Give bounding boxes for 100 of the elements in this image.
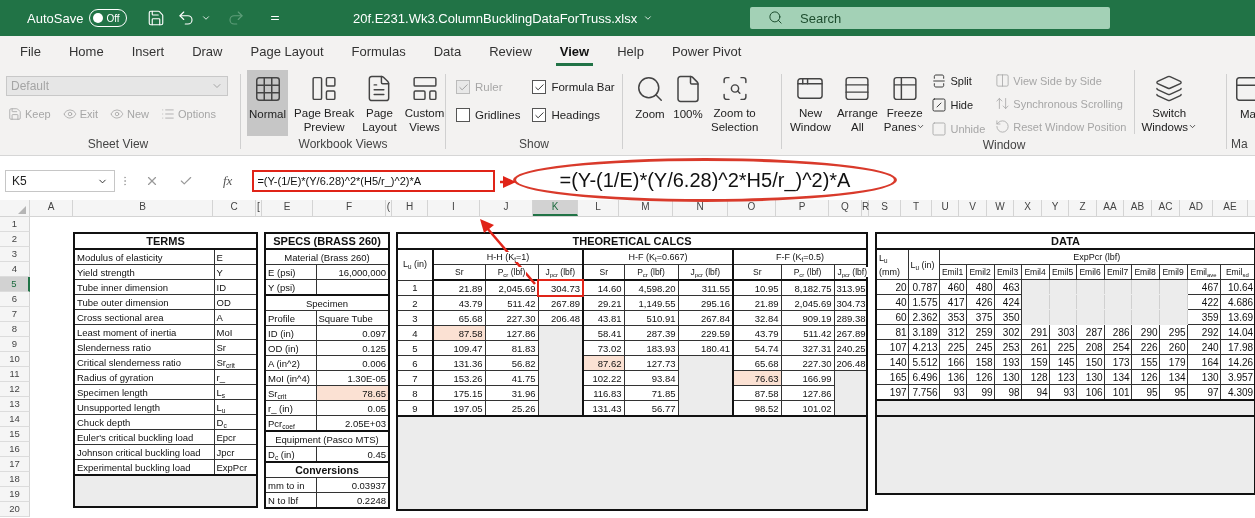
checkbox[interactable] <box>456 108 470 122</box>
column-header[interactable]: F <box>313 200 386 216</box>
check-icon[interactable] <box>179 174 193 188</box>
row-header[interactable]: 10 <box>0 352 30 367</box>
column-header[interactable]: I <box>428 200 480 216</box>
window-option[interactable]: Split <box>929 72 988 90</box>
column-header[interactable]: L <box>578 200 619 216</box>
group-label: Workbook Views <box>297 137 389 153</box>
row-header[interactable]: 5 <box>0 277 30 292</box>
column-header[interactable]: Q <box>829 200 862 216</box>
row-header[interactable]: 6 <box>0 292 30 307</box>
row-header[interactable]: 8 <box>0 322 30 337</box>
formula-callout: =(Y-(1/E)*(Y/6.28)^2*H5/r_)^2)*A <box>513 158 897 202</box>
row-header[interactable]: 20 <box>0 502 30 517</box>
zoom-button[interactable]: Zoom <box>633 70 667 136</box>
autosave-label: AutoSave <box>27 10 84 26</box>
column-header[interactable]: U <box>932 200 959 216</box>
column-header[interactable]: V <box>959 200 987 216</box>
column-header[interactable]: H <box>392 200 428 216</box>
row-header[interactable]: 15 <box>0 427 30 442</box>
row-header[interactable]: 13 <box>0 397 30 412</box>
column-header[interactable]: AD <box>1180 200 1213 216</box>
undo-icon[interactable] <box>177 9 196 27</box>
row-header[interactable]: 18 <box>0 472 30 487</box>
row-header[interactable]: 14 <box>0 412 30 427</box>
menu-tab[interactable]: File <box>16 36 45 66</box>
show-option[interactable]: Headings <box>532 108 615 122</box>
file-name: 20f.E231.Wk3.ColumnBucklingDataForTruss.xlsx <box>353 10 638 26</box>
zoom-button[interactable]: Zoom to Selection <box>709 70 761 136</box>
column-header[interactable]: K <box>533 200 578 216</box>
row-header[interactable]: 19 <box>0 487 30 502</box>
show-option[interactable]: Formula Bar <box>532 80 615 94</box>
menu-tab[interactable]: Help <box>613 36 648 66</box>
checkbox[interactable] <box>532 108 547 122</box>
menu-tab[interactable]: Power Pivot <box>667 36 746 66</box>
row-header[interactable]: 7 <box>0 307 30 322</box>
menu-tab[interactable]: Formulas <box>347 36 410 66</box>
column-header[interactable]: AE <box>1213 200 1248 216</box>
row-header[interactable]: 1 <box>0 217 30 232</box>
header-cell: L$_{u}$ (in) <box>397 249 433 280</box>
window-button[interactable]: New Window <box>788 70 833 136</box>
menu-tab[interactable]: Insert <box>127 36 169 66</box>
menu-tab[interactable]: Data <box>429 36 466 66</box>
window-button[interactable]: Freeze Panes <box>881 70 928 136</box>
view-button[interactable]: Page Break Preview <box>292 70 357 136</box>
column-header[interactable]: S <box>869 200 901 216</box>
name-box[interactable]: K5 <box>5 170 115 192</box>
menu-tab[interactable]: Home <box>64 36 108 66</box>
caret-icon <box>1188 122 1198 131</box>
row-header[interactable]: 11 <box>0 367 30 382</box>
menu-tab[interactable]: Page Layout <box>246 36 328 66</box>
stacked-windows-icon <box>1154 74 1185 103</box>
column-header[interactable]: M <box>619 200 673 216</box>
table-cell: 304.73 <box>538 280 583 296</box>
checkbox[interactable] <box>532 80 547 94</box>
row-header[interactable]: 12 <box>0 382 30 397</box>
row-header[interactable]: 3 <box>0 247 30 262</box>
column-header[interactable]: C <box>213 200 256 216</box>
window-option[interactable]: Hide <box>929 96 988 114</box>
column-header[interactable]: Z <box>1069 200 1097 216</box>
column-header[interactable]: AC <box>1152 200 1180 216</box>
search-field[interactable]: Search <box>750 7 1110 29</box>
caret-icon[interactable] <box>201 13 212 23</box>
group-label: Show <box>518 137 550 153</box>
column-header[interactable]: A <box>30 200 73 216</box>
column-header[interactable]: N <box>673 200 728 216</box>
list-icon <box>161 107 176 121</box>
menu-tab[interactable]: Draw <box>188 36 227 66</box>
magnifier-icon <box>635 74 665 104</box>
column-header[interactable]: ( <box>386 200 392 216</box>
row-header[interactable]: 16 <box>0 442 30 457</box>
column-header[interactable]: P <box>776 200 829 216</box>
window-button[interactable]: Arrange All <box>834 70 880 136</box>
zoom-button[interactable]: 100% <box>671 70 705 136</box>
row-header[interactable]: 9 <box>0 337 30 352</box>
column-header[interactable]: AB <box>1124 200 1152 216</box>
insert-function-button[interactable]: fx <box>223 173 233 189</box>
row-header[interactable]: 2 <box>0 232 30 247</box>
column-header[interactable]: [ <box>256 200 262 216</box>
column-header[interactable]: E <box>262 200 313 216</box>
show-option[interactable]: Gridlines <box>456 108 521 122</box>
column-header[interactable]: W <box>987 200 1014 216</box>
column-header[interactable]: T <box>901 200 932 216</box>
row-header[interactable]: 17 <box>0 457 30 472</box>
close-icon[interactable] <box>145 174 159 188</box>
column-header[interactable]: O <box>728 200 776 216</box>
switch-windows-button[interactable]: Switch Windows <box>1139 70 1200 136</box>
view-button[interactable]: Normal <box>247 70 289 136</box>
formula-field[interactable]: =(Y-(1/E)*(Y/6.28)^2*(H5/r_)^2)*A <box>252 170 496 192</box>
column-header[interactable]: B <box>73 200 213 216</box>
column-header[interactable]: AA <box>1097 200 1124 216</box>
search-icon <box>768 10 783 25</box>
menu-tab[interactable]: Review <box>485 36 536 66</box>
column-header[interactable]: Y <box>1042 200 1069 216</box>
view-button[interactable]: Page Layout <box>360 70 399 136</box>
save-icon[interactable] <box>147 9 166 27</box>
column-header[interactable]: R <box>862 200 869 216</box>
corner-triangle-icon[interactable] <box>18 206 26 214</box>
view-button[interactable]: Custom Views <box>402 70 447 136</box>
column-header[interactable]: X <box>1014 200 1042 216</box>
